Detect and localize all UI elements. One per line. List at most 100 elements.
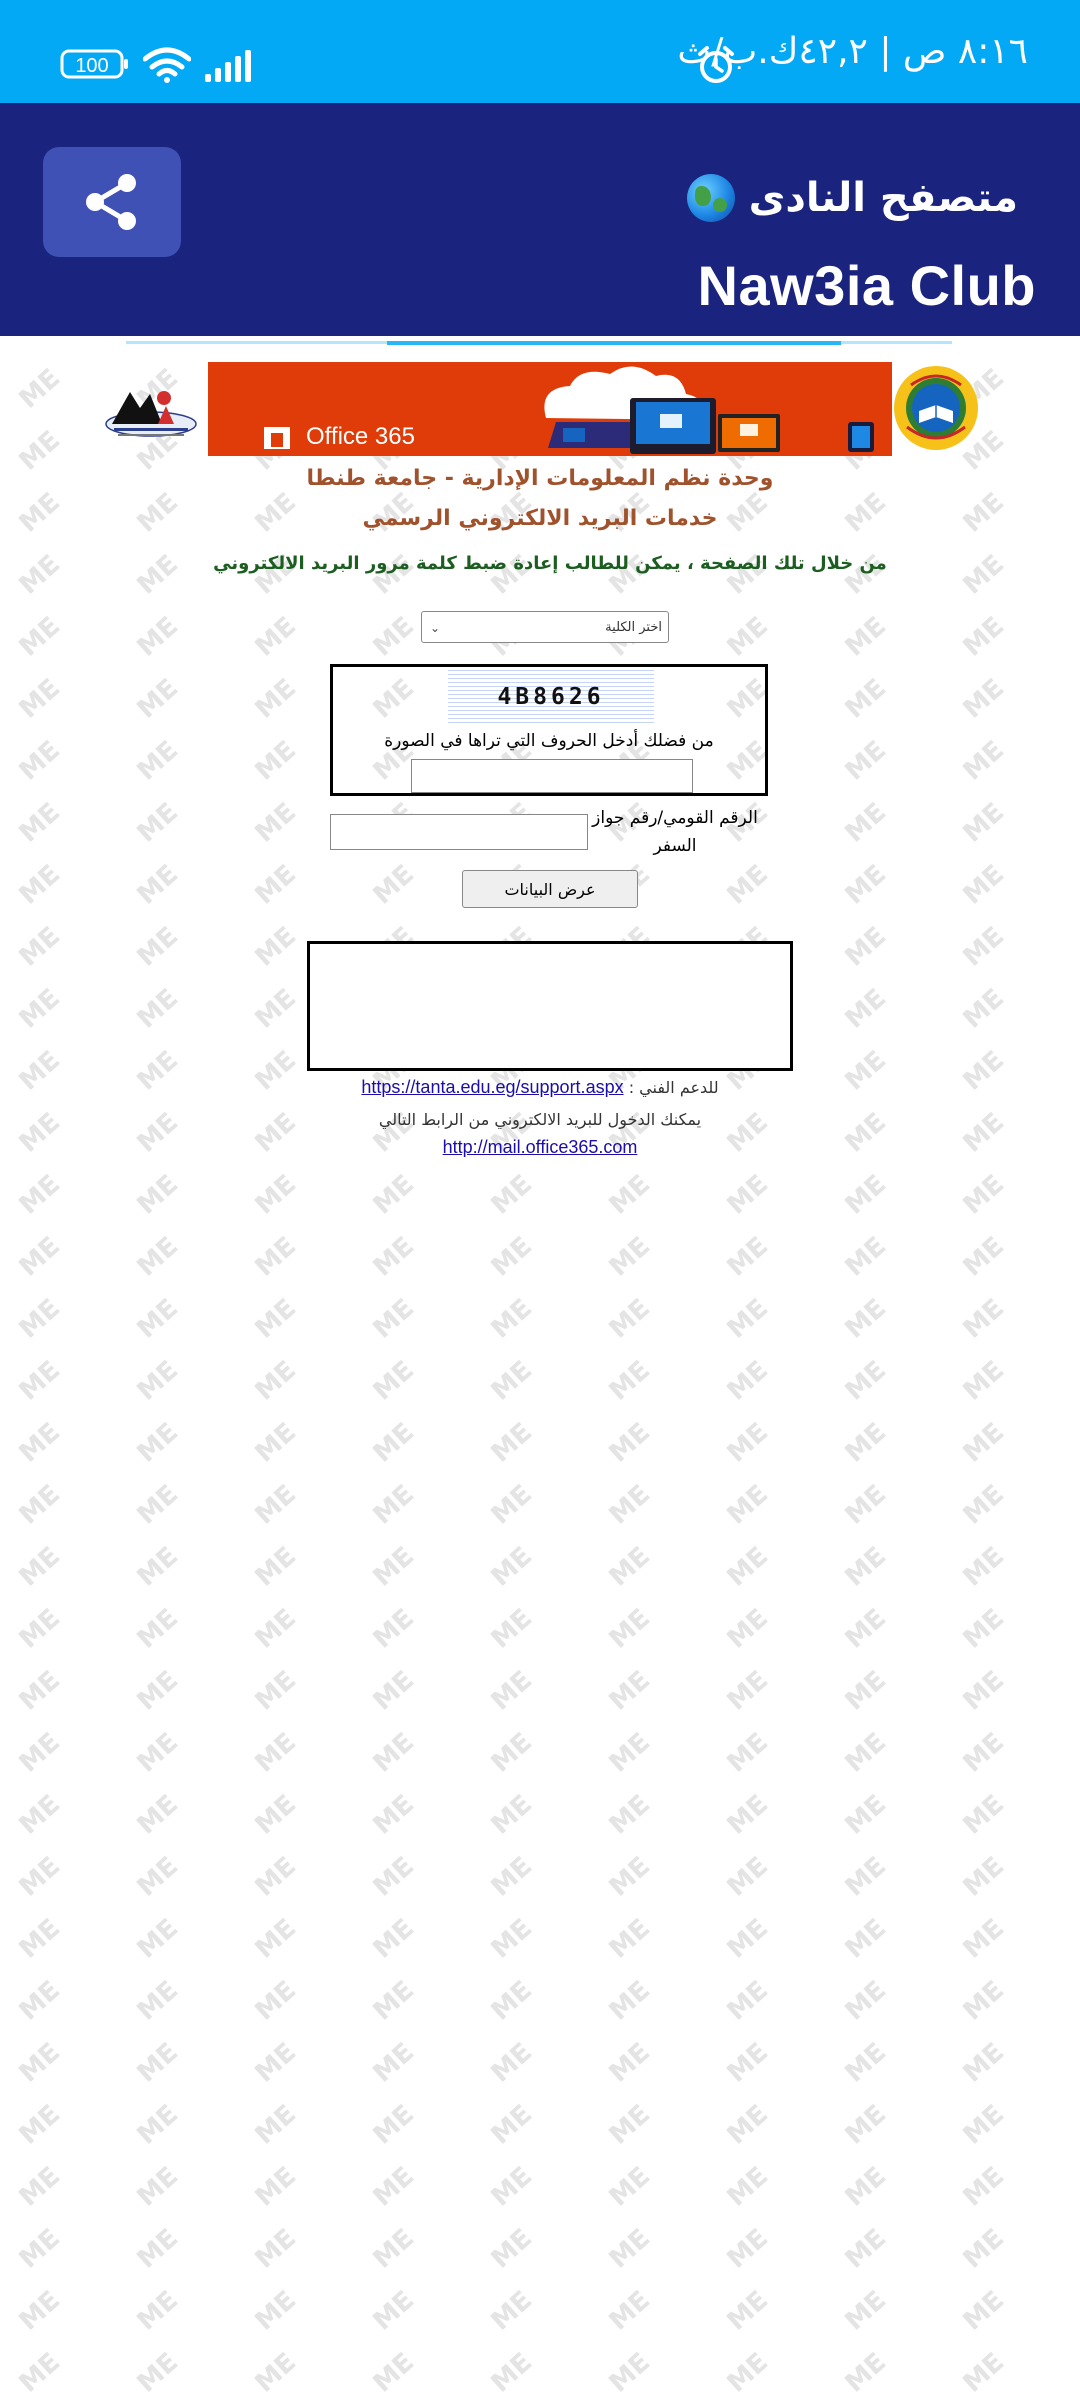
- watermark-mark: ME: [367, 1231, 421, 1283]
- watermark-mark: ME: [131, 2223, 185, 2275]
- watermark-mark: ME: [13, 1913, 67, 1965]
- watermark-mark: ME: [1075, 2223, 1080, 2275]
- watermark-mark: ME: [485, 1479, 539, 1531]
- watermark-mark: ME: [721, 2223, 775, 2275]
- watermark-mark: ME: [367, 1603, 421, 1655]
- share-icon: [86, 174, 136, 230]
- watermark-mark: ME: [13, 1479, 67, 1531]
- watermark-mark: ME: [839, 2285, 893, 2337]
- show-data-button[interactable]: عرض البيانات: [462, 870, 638, 908]
- watermark-mark: ME: [485, 1293, 539, 1345]
- watermark-mark: ME: [957, 2099, 1011, 2151]
- watermark-mark: ME: [721, 2285, 775, 2337]
- watermark-mark: ME: [1075, 673, 1080, 725]
- page-heading: وحدة نظم المعلومات الإدارية - جامعة طنطا: [306, 466, 774, 491]
- watermark-mark: ME: [721, 859, 775, 911]
- watermark-mark: ME: [485, 1727, 539, 1779]
- watermark-mark: ME: [367, 2099, 421, 2151]
- college-select[interactable]: اختر الكلية ⌄: [421, 611, 669, 643]
- alarm-icon: [698, 46, 734, 83]
- watermark-mark: ME: [603, 1851, 657, 1903]
- watermark-mark: ME: [839, 983, 893, 1035]
- watermark-mark: ME: [249, 1665, 303, 1717]
- watermark-mark: ME: [839, 2161, 893, 2213]
- watermark-mark: ME: [957, 1541, 1011, 1593]
- watermark-mark: ME: [957, 921, 1011, 973]
- watermark-mark: ME: [721, 1417, 775, 1469]
- watermark-mark: ME: [485, 1603, 539, 1655]
- watermark-mark: ME: [367, 1541, 421, 1593]
- watermark-mark: ME: [1075, 1541, 1080, 1593]
- globe-icon: [686, 174, 735, 222]
- watermark-mark: ME: [131, 1727, 185, 1779]
- support-link[interactable]: https://tanta.edu.eg/support.aspx: [361, 1077, 623, 1097]
- app-subtitle: Naw3ia Club: [697, 254, 1036, 317]
- watermark-pattern: ME ME ME ME ME ME ME ME ME ME ME ME ME ME ME ME ME ME ME ME…: [0, 344, 1080, 2400]
- watermark-mark: ME: [839, 1355, 893, 1407]
- watermark-mark: ME: [957, 2037, 1011, 2089]
- watermark-mark: ME: [957, 1913, 1011, 1965]
- app-bar: متصفح النادى Naw3ia Club: [0, 103, 1080, 336]
- watermark-mark: ME: [367, 1665, 421, 1717]
- watermark-mark: ME: [367, 1851, 421, 1903]
- watermark-mark: ME: [485, 1789, 539, 1841]
- watermark-mark: ME: [485, 2347, 539, 2399]
- watermark-mark: ME: [131, 983, 185, 1035]
- watermark-mark: ME: [603, 1479, 657, 1531]
- watermark-mark: ME: [249, 1293, 303, 1345]
- national-id-input[interactable]: [330, 814, 588, 850]
- watermark-mark: ME: [1075, 735, 1080, 787]
- watermark-mark: ME: [131, 1417, 185, 1469]
- watermark-mark: ME: [957, 1727, 1011, 1779]
- watermark-mark: ME: [957, 1479, 1011, 1531]
- watermark-mark: ME: [1075, 921, 1080, 973]
- watermark-mark: ME: [721, 1975, 775, 2027]
- watermark-mark: ME: [367, 1355, 421, 1407]
- watermark-mark: ME: [13, 1417, 67, 1469]
- watermark-mark: ME: [1075, 1727, 1080, 1779]
- watermark-mark: ME: [249, 673, 303, 725]
- watermark-mark: ME: [13, 1293, 67, 1345]
- watermark-mark: ME: [957, 2285, 1011, 2337]
- watermark-mark: ME: [957, 983, 1011, 1035]
- watermark-mark: ME: [839, 1913, 893, 1965]
- result-box: [307, 941, 793, 1071]
- watermark-mark: ME: [485, 1231, 539, 1283]
- watermark-mark: ME: [1075, 1293, 1080, 1345]
- watermark-mark: ME: [367, 1913, 421, 1965]
- watermark-mark: ME: [957, 2223, 1011, 2275]
- watermark-mark: ME: [839, 1727, 893, 1779]
- watermark-mark: ME: [1075, 1479, 1080, 1531]
- watermark-mark: ME: [957, 1789, 1011, 1841]
- watermark-mark: ME: [131, 2037, 185, 2089]
- watermark-mark: ME: [839, 1541, 893, 1593]
- watermark-mark: ME: [13, 921, 67, 973]
- watermark-mark: ME: [839, 1851, 893, 1903]
- watermark-mark: ME: [603, 2223, 657, 2275]
- watermark-mark: ME: [603, 1975, 657, 2027]
- signal-icon: [205, 50, 251, 82]
- watermark-mark: ME: [721, 1913, 775, 1965]
- watermark-mark: ME: [1075, 611, 1080, 663]
- watermark-mark: ME: [13, 2347, 67, 2399]
- watermark-mark: ME: [131, 1975, 185, 2027]
- watermark-mark: ME: [367, 859, 421, 911]
- watermark-mark: ME: [957, 1293, 1011, 1345]
- watermark-mark: ME: [1075, 1975, 1080, 2027]
- captcha-input[interactable]: [411, 759, 693, 793]
- watermark-mark: ME: [131, 1231, 185, 1283]
- watermark-mark: ME: [721, 2161, 775, 2213]
- watermark-mark: ME: [249, 983, 303, 1035]
- share-button[interactable]: [43, 147, 181, 257]
- watermark-mark: ME: [249, 797, 303, 849]
- college-select-value: اختر الكلية: [605, 619, 662, 635]
- watermark-mark: ME: [1075, 797, 1080, 849]
- office-mail-link[interactable]: http://mail.office365.com: [443, 1137, 638, 1157]
- intro-text: من خلال تلك الصفحة ، يمكن للطالب إعادة ض…: [213, 553, 887, 574]
- watermark-mark: ME: [485, 1851, 539, 1903]
- watermark-mark: ME: [13, 2037, 67, 2089]
- watermark-mark: ME: [1075, 2099, 1080, 2151]
- watermark-mark: ME: [485, 2223, 539, 2275]
- watermark-mark: ME: [721, 2347, 775, 2399]
- watermark-mark: ME: [1075, 2161, 1080, 2213]
